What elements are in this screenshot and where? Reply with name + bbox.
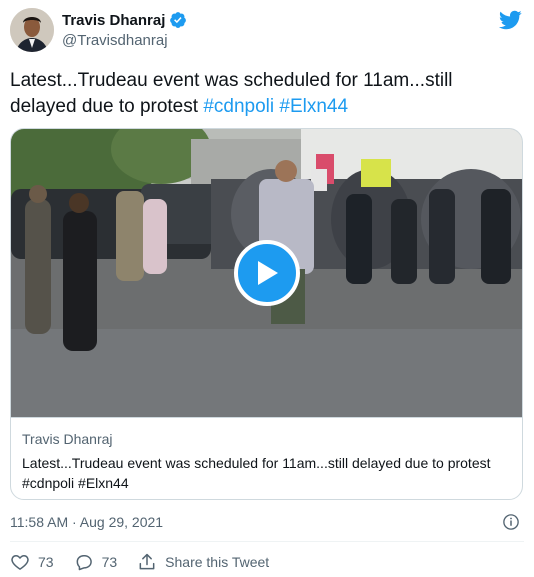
card-description: Latest...Trudeau event was scheduled for… [22,455,491,491]
like-action[interactable]: 73 [10,552,54,572]
reply-action[interactable]: 73 [74,552,118,572]
display-name[interactable]: Travis Dhanraj [62,12,165,29]
info-icon[interactable] [502,513,520,531]
hashtag-elxn44[interactable]: #Elxn44 [279,96,348,117]
share-icon [139,553,155,570]
verified-badge-icon [170,12,187,28]
card-title: Travis Dhanraj [22,431,113,447]
divider [10,541,524,542]
share-action[interactable]: Share this Tweet [137,552,269,572]
hashtag-cdnpoli[interactable]: #cdnpoli [203,96,274,117]
video-thumbnail[interactable] [11,129,522,417]
play-button[interactable] [234,240,300,306]
card-meta[interactable]: Travis Dhanraj Latest...Trudeau event wa… [11,417,522,499]
like-count: 73 [38,554,54,570]
reply-icon [76,555,92,571]
tweet-embed: Travis Dhanraj @Travisdhanraj Latest...T… [0,0,534,577]
timestamp[interactable]: 11:58 AM · Aug 29, 2021 [10,514,163,530]
video-card[interactable]: Travis Dhanraj Latest...Trudeau event wa… [10,128,523,500]
play-icon [258,261,278,285]
heart-icon [11,555,29,570]
tweet-text: Latest...Trudeau event was scheduled for… [10,68,520,120]
author-name-row[interactable]: Travis Dhanraj [62,11,187,29]
action-bar: 73 73 Share this Tweet [10,552,289,572]
twitter-bird-icon[interactable] [498,8,522,32]
avatar[interactable] [10,8,54,52]
share-label: Share this Tweet [165,554,270,570]
author-handle[interactable]: @Travisdhanraj [62,32,168,49]
reply-count: 73 [101,554,118,570]
